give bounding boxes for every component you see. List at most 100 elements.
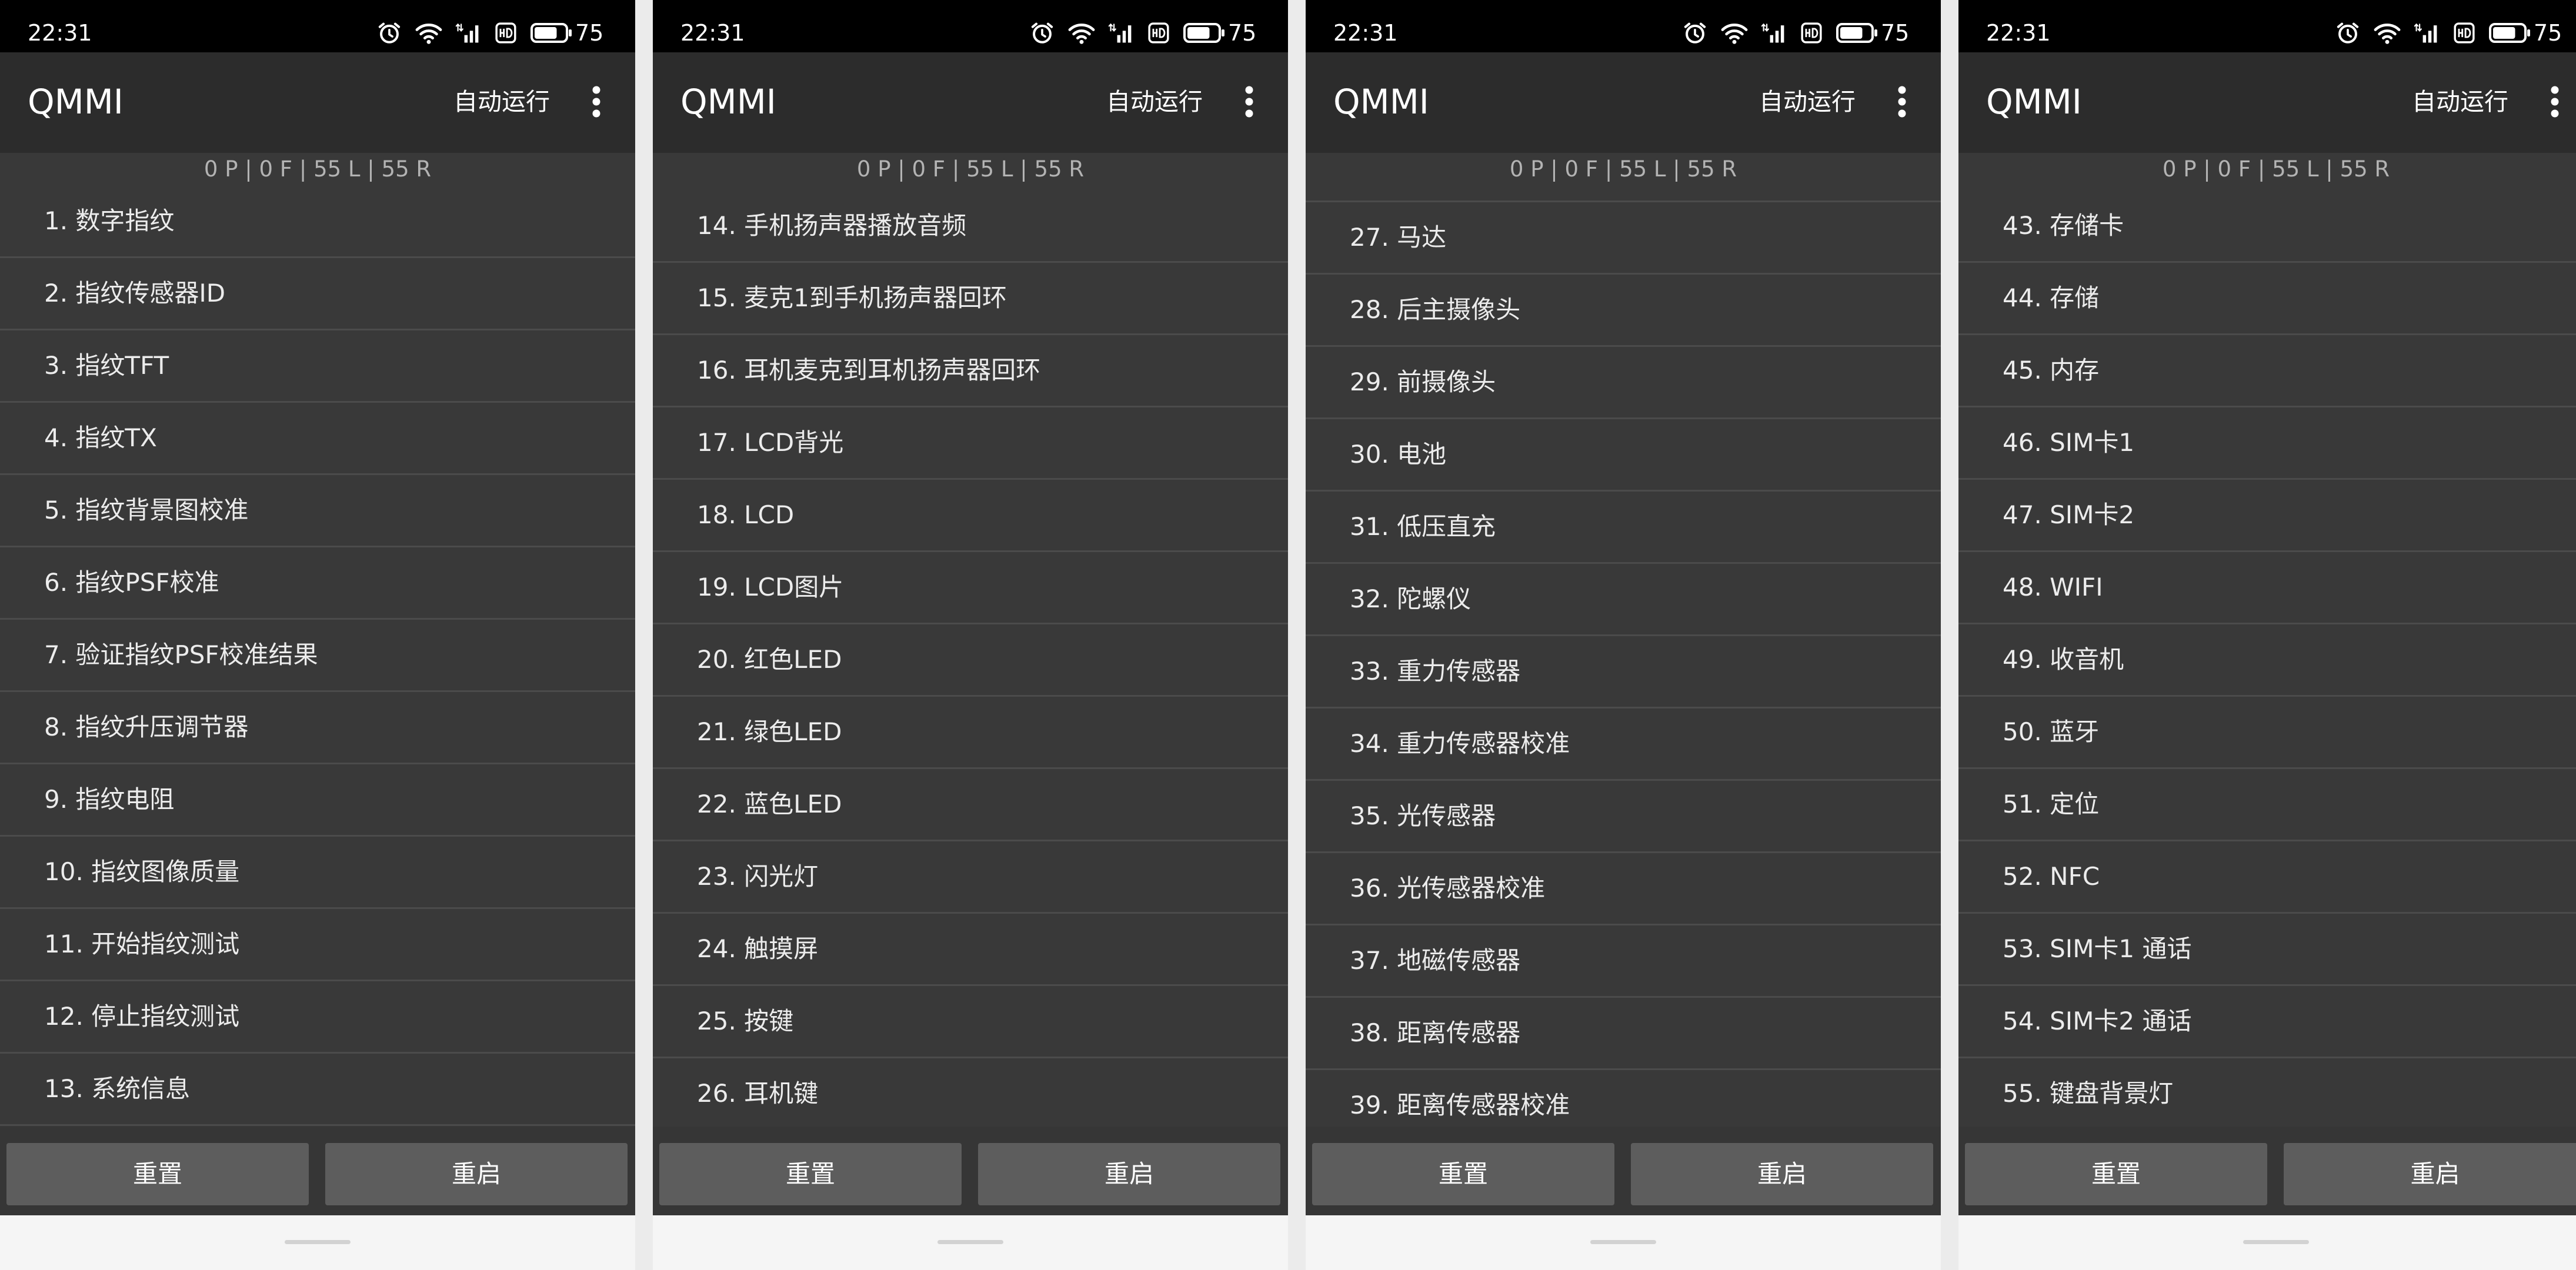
list-item[interactable]: 54. SIM卡2 通话 xyxy=(1958,986,2576,1058)
list-item[interactable]: 51. 定位 xyxy=(1958,769,2576,841)
list-item[interactable]: 9. 指纹电阻 xyxy=(0,764,635,837)
test-list[interactable]: 43. 存储卡 44. 存储 45. 内存 46. SIM卡1 47. SIM卡… xyxy=(1958,186,2576,1127)
battery-level-text: 75 xyxy=(1228,20,1257,46)
list-item[interactable]: 47. SIM卡2 xyxy=(1958,480,2576,552)
list-item-label: 31. 低压直充 xyxy=(1350,512,1496,541)
list-item[interactable]: 24. 触摸屏 xyxy=(653,914,1288,986)
list-item[interactable]: 55. 键盘背景灯 xyxy=(1958,1058,2576,1127)
list-item[interactable]: 26. 耳机键 xyxy=(653,1058,1288,1127)
home-gesture-handle[interactable] xyxy=(285,1240,351,1244)
list-item[interactable]: 3. 指纹TFT xyxy=(0,330,635,403)
navigation-bar xyxy=(0,1215,635,1270)
list-item[interactable]: 13. 系统信息 xyxy=(0,1054,635,1126)
list-item[interactable]: 14. 手机扬声器播放音频 xyxy=(653,190,1288,263)
list-item[interactable]: 25. 按键 xyxy=(653,986,1288,1058)
list-item[interactable]: 32. 陀螺仪 xyxy=(1306,564,1941,636)
test-list[interactable]: 27. 马达 28. 后主摄像头 29. 前摄像头 30. 电池 31. 低压直… xyxy=(1306,186,1941,1127)
list-item[interactable]: 16. 耳机麦克到耳机扬声器回环 xyxy=(653,335,1288,407)
list-item[interactable]: 27. 马达 xyxy=(1306,202,1941,275)
list-item[interactable]: 19. LCD图片 xyxy=(653,552,1288,624)
signal-icon xyxy=(1761,21,1787,45)
list-item[interactable]: 7. 验证指纹PSF校准结果 xyxy=(0,620,635,692)
reset-button[interactable]: 重置 xyxy=(659,1143,962,1205)
overflow-menu-icon[interactable] xyxy=(1896,84,1908,119)
list-item[interactable]: 34. 重力传感器校准 xyxy=(1306,708,1941,781)
list-item[interactable]: 29. 前摄像头 xyxy=(1306,347,1941,419)
list-item[interactable]: 49. 收音机 xyxy=(1958,624,2576,697)
test-list[interactable]: 1. 数字指纹 2. 指纹传感器ID 3. 指纹TFT 4. 指纹TX 5. 指… xyxy=(0,186,635,1127)
list-item[interactable]: 23. 闪光灯 xyxy=(653,841,1288,914)
auto-run-button[interactable]: 自动运行 xyxy=(1106,88,1203,115)
list-item[interactable]: 20. 红色LED xyxy=(653,624,1288,697)
list-item[interactable]: 22. 蓝色LED xyxy=(653,769,1288,841)
list-item-label: 3. 指纹TFT xyxy=(44,351,169,380)
alarm-icon xyxy=(1029,20,1055,46)
reset-button[interactable]: 重置 xyxy=(1312,1143,1614,1205)
wifi-icon xyxy=(2374,21,2401,45)
list-item[interactable]: 53. SIM卡1 通话 xyxy=(1958,914,2576,986)
list-item[interactable]: 18. LCD xyxy=(653,480,1288,552)
list-item-label: 5. 指纹背景图校准 xyxy=(44,496,249,524)
list-item[interactable]: 21. 绿色LED xyxy=(653,697,1288,769)
app-title: QMMI xyxy=(28,82,124,122)
auto-run-button[interactable]: 自动运行 xyxy=(2412,88,2508,115)
restart-button[interactable]: 重启 xyxy=(2284,1143,2576,1205)
list-item[interactable]: 10. 指纹图像质量 xyxy=(0,837,635,909)
auto-run-button[interactable]: 自动运行 xyxy=(453,88,550,115)
list-item[interactable]: 33. 重力传感器 xyxy=(1306,636,1941,708)
home-gesture-handle[interactable] xyxy=(937,1240,1003,1244)
list-item[interactable]: 43. 存储卡 xyxy=(1958,190,2576,263)
overflow-menu-icon[interactable] xyxy=(2549,84,2561,119)
home-gesture-handle[interactable] xyxy=(1590,1240,1656,1244)
list-item[interactable]: 52. NFC xyxy=(1958,841,2576,914)
test-list[interactable]: 14. 手机扬声器播放音频 15. 麦克1到手机扬声器回环 16. 耳机麦克到耳… xyxy=(653,186,1288,1127)
reset-button[interactable]: 重置 xyxy=(6,1143,309,1205)
test-summary: 0 P | 0 F | 55 L | 55 R xyxy=(203,156,432,182)
list-item-label: 32. 陀螺仪 xyxy=(1350,584,1471,613)
hd-icon xyxy=(2453,22,2475,44)
overflow-menu-icon[interactable] xyxy=(1243,84,1255,119)
app-title: QMMI xyxy=(680,82,776,122)
list-item[interactable]: 5. 指纹背景图校准 xyxy=(0,475,635,547)
list-item[interactable]: 15. 麦克1到手机扬声器回环 xyxy=(653,263,1288,335)
list-item[interactable]: 4. 指纹TX xyxy=(0,403,635,475)
home-gesture-handle[interactable] xyxy=(2243,1240,2309,1244)
list-item[interactable]: 37. 地磁传感器 xyxy=(1306,925,1941,998)
status-time: 22:31 xyxy=(1333,20,1398,46)
list-item-label: 2. 指纹传感器ID xyxy=(44,279,226,308)
list-item[interactable]: 38. 距离传感器 xyxy=(1306,998,1941,1070)
overflow-menu-icon[interactable] xyxy=(590,84,602,119)
list-item[interactable]: 12. 停止指纹测试 xyxy=(0,981,635,1054)
list-item[interactable]: 1. 数字指纹 xyxy=(0,186,635,258)
list-item[interactable]: 39. 距离传感器校准 xyxy=(1306,1070,1941,1127)
list-item[interactable]: 28. 后主摄像头 xyxy=(1306,275,1941,347)
list-item[interactable]: 45. 内存 xyxy=(1958,335,2576,407)
list-item[interactable]: 50. 蓝牙 xyxy=(1958,697,2576,769)
list-item[interactable]: 31. 低压直充 xyxy=(1306,492,1941,564)
list-item-label: 8. 指纹升压调节器 xyxy=(44,713,249,741)
list-item[interactable]: 36. 光传感器校准 xyxy=(1306,853,1941,925)
list-item-label: 27. 马达 xyxy=(1350,223,1447,252)
list-item[interactable]: 6. 指纹PSF校准 xyxy=(0,547,635,620)
wifi-icon xyxy=(1068,21,1095,45)
list-item-label: 49. 收音机 xyxy=(2003,645,2124,674)
list-item[interactable]: 30. 电池 xyxy=(1306,419,1941,492)
restart-button[interactable]: 重启 xyxy=(978,1143,1280,1205)
list-item[interactable]: 48. WIFI xyxy=(1958,552,2576,624)
phone-screen: 22:31 75 QMMI 自动运行 0 P | 0 F | 55 L | 55… xyxy=(1306,0,1941,1270)
list-item[interactable]: 35. 光传感器 xyxy=(1306,781,1941,853)
list-item[interactable]: 11. 开始指纹测试 xyxy=(0,909,635,981)
list-item[interactable]: 17. LCD背光 xyxy=(653,407,1288,480)
app-bar: QMMI 自动运行 xyxy=(653,52,1288,153)
test-summary: 0 P | 0 F | 55 L | 55 R xyxy=(2162,156,2390,182)
list-item[interactable]: 8. 指纹升压调节器 xyxy=(0,692,635,764)
list-item[interactable]: 44. 存储 xyxy=(1958,263,2576,335)
list-item[interactable]: 2. 指纹传感器ID xyxy=(0,258,635,330)
list-item[interactable]: 46. SIM卡1 xyxy=(1958,407,2576,480)
reset-button[interactable]: 重置 xyxy=(1965,1143,2267,1205)
app-bar: QMMI 自动运行 xyxy=(1306,52,1941,153)
restart-button[interactable]: 重启 xyxy=(1631,1143,1933,1205)
restart-button[interactable]: 重启 xyxy=(325,1143,628,1205)
list-item-label: 23. 闪光灯 xyxy=(697,862,819,891)
auto-run-button[interactable]: 自动运行 xyxy=(1759,88,1856,115)
